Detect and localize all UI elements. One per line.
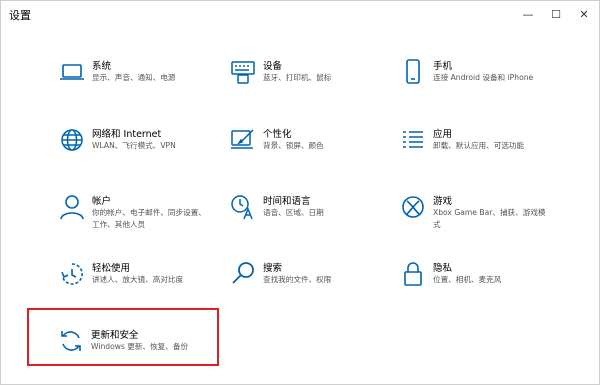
settings-tile-network[interactable]: 网络和 Internet WLAN、飞行模式、VPN <box>58 126 238 178</box>
time-language-icon <box>229 193 257 221</box>
tile-label: 应用 <box>433 129 453 140</box>
tile-label: 设备 <box>263 61 283 72</box>
tile-label: 系统 <box>92 61 112 72</box>
tile-description: 你的帐户、电子邮件、同步设置、工作、其他人员 <box>92 208 206 229</box>
settings-tile-ease-of-access[interactable]: 轻松使用 讲述人、放大镜、高对比度 <box>58 260 238 312</box>
tile-description: 讲述人、放大镜、高对比度 <box>92 275 184 284</box>
tile-label: 时间和语言 <box>263 196 311 207</box>
person-icon <box>58 193 86 221</box>
settings-tile-phone[interactable]: 手机 连接 Android 设备和 iPhone <box>399 58 579 110</box>
tile-label: 个性化 <box>263 129 292 140</box>
settings-tile-search[interactable]: 搜索 查找我的文件、权限 <box>229 260 409 312</box>
tile-label: 手机 <box>433 61 453 72</box>
tile-description: 位置、相机、麦克风 <box>433 275 502 284</box>
settings-tile-personalization[interactable]: 个性化 背景、锁屏、颜色 <box>229 126 409 178</box>
tile-label: 网络和 Internet <box>92 129 162 140</box>
tile-description: 显示、声音、通知、电源 <box>92 73 176 82</box>
laptop-icon <box>58 58 86 86</box>
tile-description: WLAN、飞行模式、VPN <box>92 141 176 150</box>
tile-description: 卸载、默认应用、可选功能 <box>433 141 525 150</box>
tile-label: 隐私 <box>433 263 453 274</box>
apps-list-icon <box>399 126 427 154</box>
title-bar: 设置 — ☐ ✕ <box>1 1 599 27</box>
window-title: 设置 <box>9 9 31 22</box>
settings-tile-system[interactable]: 系统 显示、声音、通知、电源 <box>58 58 238 110</box>
settings-window: 设置 — ☐ ✕ 系统 显示、声音、通知、电源 设备 蓝牙、打印机、鼠标 手机 … <box>0 0 600 385</box>
tile-description: 语音、区域、日期 <box>263 208 324 217</box>
settings-tile-privacy[interactable]: 隐私 位置、相机、麦克风 <box>399 260 579 312</box>
tile-description: 查找我的文件、权限 <box>263 275 332 284</box>
tile-description: Xbox Game Bar、捕获、游戏模式 <box>433 208 546 229</box>
globe-icon <box>58 126 86 154</box>
tile-label: 游戏 <box>433 196 453 207</box>
tile-label: 帐户 <box>92 196 112 207</box>
keyboard-icon <box>229 58 257 86</box>
tile-description: 连接 Android 设备和 iPhone <box>433 73 534 82</box>
settings-tile-apps[interactable]: 应用 卸载、默认应用、可选功能 <box>399 126 579 178</box>
xbox-icon <box>399 193 427 221</box>
tile-description: 蓝牙、打印机、鼠标 <box>263 73 332 82</box>
search-icon <box>229 260 257 288</box>
paint-icon <box>229 126 257 154</box>
tile-label: 轻松使用 <box>92 263 131 274</box>
minimize-button[interactable]: — <box>513 3 543 25</box>
settings-tile-devices[interactable]: 设备 蓝牙、打印机、鼠标 <box>229 58 409 110</box>
tile-label: 搜索 <box>263 263 283 274</box>
close-button[interactable]: ✕ <box>569 3 599 25</box>
lock-icon <box>399 260 427 288</box>
settings-tile-gaming[interactable]: 游戏 Xbox Game Bar、捕获、游戏模式 <box>399 193 579 245</box>
settings-tile-time-language[interactable]: 时间和语言 语音、区域、日期 <box>229 193 409 245</box>
ease-of-access-icon <box>58 260 86 288</box>
maximize-button[interactable]: ☐ <box>541 3 571 25</box>
highlight-box <box>27 308 219 366</box>
tile-description: 背景、锁屏、颜色 <box>263 141 324 150</box>
settings-tile-accounts[interactable]: 帐户 你的帐户、电子邮件、同步设置、工作、其他人员 <box>58 193 238 245</box>
phone-icon <box>399 58 427 86</box>
